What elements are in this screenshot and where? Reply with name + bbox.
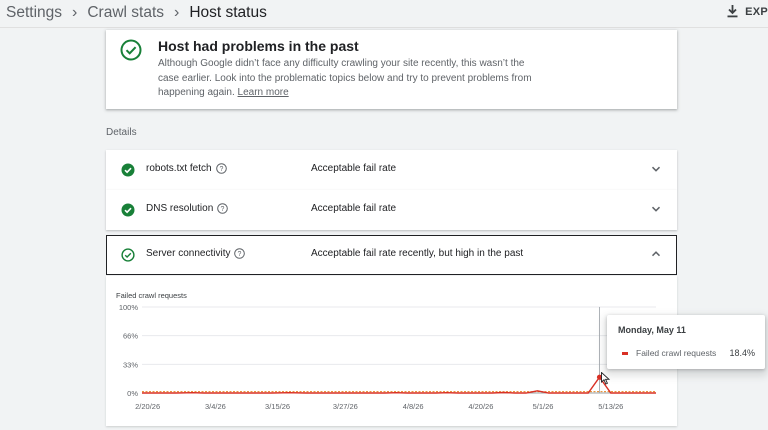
row-status: Acceptable fail rate recently, but high … (311, 248, 524, 259)
y-tick-label: 100% (119, 303, 139, 312)
row-label: Server connectivity (146, 248, 231, 259)
x-tick-label: 4/20/26 (468, 402, 493, 411)
breadcrumb-settings[interactable]: Settings (6, 4, 62, 22)
summary-description-text: Although Google didn’t face any difficul… (158, 58, 532, 98)
page-title: Host status (189, 4, 267, 21)
row-robots-txt-fetch[interactable]: robots.txt fetch ? Acceptable fail rate (106, 150, 677, 190)
top-bar: Settings › Crawl stats › Host status EXP (0, 0, 768, 28)
svg-text:?: ? (219, 166, 223, 173)
tooltip-value: 18.4% (729, 348, 755, 358)
x-tick-label: 2/20/26 (135, 402, 160, 411)
row-server-connectivity[interactable]: Server connectivity ? Acceptable fail ra… (106, 235, 677, 275)
chart-tooltip: Monday, May 11 Failed crawl requests 18.… (607, 315, 765, 369)
breadcrumb: Settings › Crawl stats › Host status (6, 4, 267, 22)
mouse-cursor-icon (601, 372, 610, 385)
chevron-right-icon: › (174, 4, 180, 21)
svg-text:?: ? (238, 251, 242, 258)
x-tick-label: 3/4/26 (205, 402, 226, 411)
row-status: Acceptable fail rate (311, 203, 397, 214)
help-icon[interactable]: ? (234, 248, 246, 259)
tooltip-series-swatch (622, 352, 628, 355)
summary-description: Although Google didn’t face any difficul… (158, 57, 533, 101)
learn-more-link[interactable]: Learn more (238, 87, 289, 98)
summary-title: Host had problems in the past (158, 38, 359, 54)
export-button[interactable]: EXP (727, 5, 768, 18)
help-icon[interactable]: ? (217, 203, 229, 214)
y-tick-label: 66% (123, 332, 138, 341)
chevron-right-icon: › (72, 4, 78, 21)
chevron-down-icon[interactable] (651, 164, 661, 174)
failed-crawl-requests-chart: Failed crawl requests 100% 66% 33% 0% 2/20/2… (106, 276, 677, 426)
check-circle-icon (120, 39, 142, 61)
x-tick-label: 3/15/26 (265, 402, 290, 411)
row-dns-resolution[interactable]: DNS resolution ? Acceptable fail rate (106, 190, 677, 230)
check-circle-filled-icon (121, 163, 135, 177)
breadcrumb-crawl-stats[interactable]: Crawl stats (87, 4, 164, 22)
check-circle-outline-icon (121, 248, 135, 262)
chart-plot[interactable]: 100% 66% 33% 0% 2/20/26 3/4/26 3/15/26 3/27/26 4… (106, 276, 677, 426)
tooltip-date: Monday, May 11 (618, 325, 686, 335)
export-label: EXP (745, 5, 768, 18)
row-label: DNS resolution (146, 203, 214, 214)
check-circle-filled-icon (121, 203, 135, 217)
y-tick-label: 33% (123, 360, 138, 369)
details-heading: Details (106, 127, 137, 138)
y-tick-label: 0% (127, 389, 138, 398)
series-line (142, 375, 656, 394)
x-tick-label: 3/27/26 (333, 402, 358, 411)
x-tick-label: 4/8/26 (403, 402, 424, 411)
host-status-summary-card: Host had problems in the past Although G… (106, 30, 677, 109)
x-tick-label: 5/1/26 (533, 402, 554, 411)
chevron-up-icon[interactable] (651, 249, 661, 259)
row-status: Acceptable fail rate (311, 163, 397, 174)
row-label: robots.txt fetch (146, 163, 212, 174)
download-icon (727, 5, 738, 18)
tooltip-series-label: Failed crawl requests (636, 348, 717, 358)
svg-text:?: ? (221, 206, 225, 213)
help-icon[interactable]: ? (215, 163, 227, 174)
x-tick-label: 5/13/26 (598, 402, 623, 411)
chevron-down-icon[interactable] (651, 204, 661, 214)
